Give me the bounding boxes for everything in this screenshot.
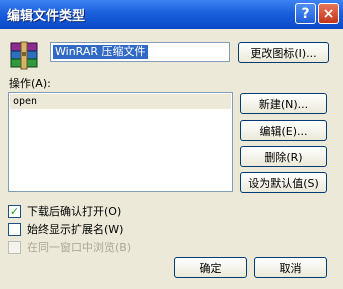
set-default-button[interactable]: 设为默认值(S)	[240, 172, 327, 193]
title-bar: 编辑文件类型 ? ×	[0, 0, 343, 29]
ok-button[interactable]: 确定	[174, 257, 247, 278]
close-button[interactable]: ×	[318, 3, 339, 24]
file-type-name-text: WinRAR 压缩文件	[53, 45, 148, 59]
change-icon-button[interactable]: 更改图标(I)...	[238, 42, 329, 63]
show-extension-option[interactable]: 始终显示扩展名(W)	[8, 222, 123, 236]
show-extension-label: 始终显示扩展名(W)	[27, 223, 124, 236]
same-window-option: 在同一窗口中浏览(B)	[8, 240, 131, 254]
confirm-open-checkbox[interactable]: ✓	[8, 204, 21, 218]
remove-action-button[interactable]: 删除(R)	[240, 146, 327, 167]
actions-list[interactable]: open	[8, 92, 233, 192]
show-extension-checkbox[interactable]	[8, 222, 21, 236]
actions-label: 操作(A):	[9, 77, 51, 90]
same-window-label: 在同一窗口中浏览(B)	[27, 241, 132, 254]
help-button[interactable]: ?	[295, 3, 316, 24]
file-type-name-field[interactable]: WinRAR 压缩文件	[50, 42, 230, 62]
same-window-checkbox	[8, 240, 21, 254]
new-action-button[interactable]: 新建(N)...	[240, 93, 327, 114]
list-item[interactable]: open	[10, 94, 231, 109]
cancel-button[interactable]: 取消	[254, 257, 327, 278]
help-icon: ?	[301, 5, 310, 22]
checkmark-icon: ✓	[9, 204, 20, 218]
window-title: 编辑文件类型	[7, 9, 86, 24]
confirm-open-option[interactable]: ✓ 下载后确认打开(O)	[8, 204, 121, 218]
edit-file-type-dialog: 编辑文件类型 ? × WinRAR 压缩文件 更改图标(I)... 操作(A):…	[0, 0, 343, 289]
confirm-open-label: 下载后确认打开(O)	[27, 205, 122, 218]
close-icon: ×	[322, 5, 335, 22]
edit-action-button[interactable]: 编辑(E)...	[240, 120, 327, 141]
winrar-archive-icon	[8, 41, 40, 71]
